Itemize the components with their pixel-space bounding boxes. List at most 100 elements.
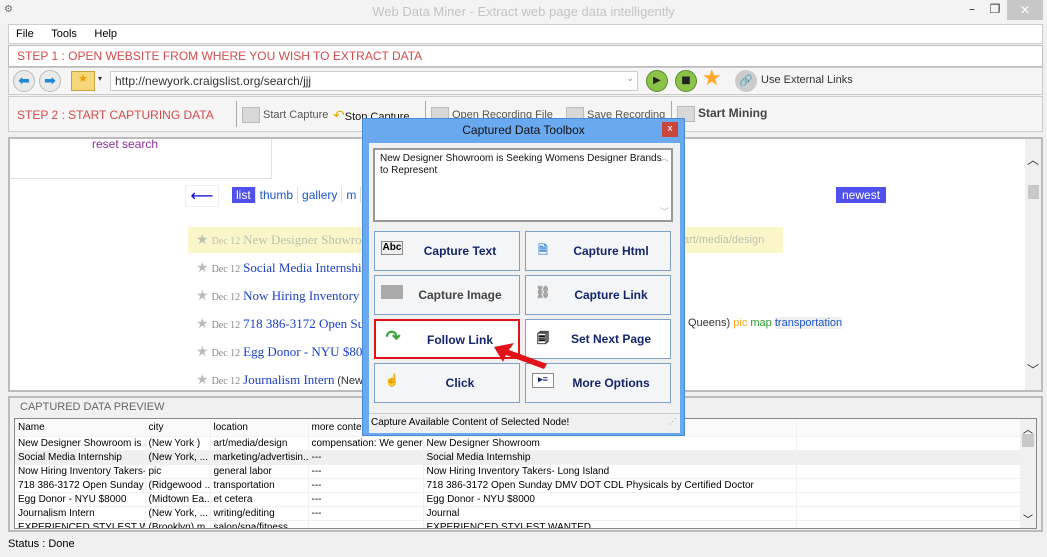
table-cell: Egg Donor - NYU $8000 bbox=[15, 492, 146, 507]
undo-arrow-icon: ↶ bbox=[333, 107, 345, 123]
listing-date: Dec 12 bbox=[211, 376, 241, 387]
chevron-down-icon[interactable]: ﹀ bbox=[1023, 511, 1033, 526]
table-cell: salon/spa/fitness bbox=[210, 520, 309, 528]
table-cell: --- bbox=[308, 464, 424, 479]
capture-text-label: Capture Text bbox=[423, 244, 497, 258]
listing-row[interactable]: ★ Dec 12 Social Media Internship bbox=[188, 255, 368, 281]
menu-file[interactable]: File bbox=[9, 25, 41, 40]
external-link-icon[interactable]: 🔗 bbox=[735, 70, 757, 92]
table-cell: New Designer Showroom is S... bbox=[15, 436, 146, 451]
reset-search-box: reset search bbox=[10, 137, 272, 179]
table-row[interactable]: 718 386-3172 Open Sunday ... (Ridgewood .… bbox=[15, 478, 1023, 493]
listing-row[interactable]: ★ Dec 12 Journalism Intern (New Y bbox=[188, 367, 373, 393]
back-button[interactable]: ⬅ bbox=[13, 70, 35, 92]
url-dropdown-icon[interactable]: ⌄ bbox=[626, 73, 634, 84]
capture-text-button[interactable]: Abc Capture Text bbox=[374, 231, 520, 271]
use-external-links-label[interactable]: Use External Links bbox=[761, 74, 853, 86]
star-icon[interactable]: ★ bbox=[188, 289, 209, 304]
table-cell bbox=[796, 436, 1023, 451]
bookmark-star-icon[interactable]: ★ bbox=[702, 66, 722, 91]
chevron-up-icon[interactable]: ︿ bbox=[660, 152, 669, 164]
star-icon[interactable]: ★ bbox=[188, 345, 209, 360]
capture-image-label: Capture Image bbox=[418, 288, 502, 302]
chevron-down-icon[interactable]: ﹀ bbox=[1027, 361, 1039, 378]
listing-title[interactable]: Egg Donor - NYU $800 bbox=[243, 344, 369, 359]
table-cell: 718 386-3172 Open Sunday DMV DOT CDL Phy… bbox=[423, 478, 797, 493]
view-tab-thumb[interactable]: thumb bbox=[256, 187, 299, 203]
listing-title[interactable]: Journalism Intern bbox=[243, 372, 334, 387]
view-tab-gallery[interactable]: gallery bbox=[298, 187, 343, 203]
table-row[interactable]: Journalism Intern (New York, ... writing/e… bbox=[15, 506, 1023, 521]
start-capture-button[interactable]: Start Capture bbox=[242, 107, 328, 123]
star-icon[interactable]: ★ bbox=[188, 233, 209, 248]
prev-page-button[interactable]: ⟵ bbox=[185, 185, 219, 207]
map-link[interactable]: map bbox=[750, 317, 771, 329]
reset-search-link[interactable]: reset search bbox=[92, 137, 158, 151]
scroll-thumb[interactable] bbox=[1028, 185, 1039, 199]
star-icon[interactable]: ★ bbox=[188, 373, 209, 388]
resize-grip-icon[interactable]: ⋰ bbox=[669, 417, 677, 426]
star-icon[interactable]: ★ bbox=[188, 261, 209, 276]
stop-button[interactable]: ■ bbox=[675, 70, 697, 92]
favorites-folder-icon[interactable]: ★ bbox=[71, 71, 95, 91]
captured-text-area[interactable]: New Designer Showroom is Seeking Womens … bbox=[373, 148, 673, 222]
browser-scrollbar[interactable]: ︿ ﹀ bbox=[1025, 139, 1041, 390]
table-cell: writing/editing bbox=[210, 506, 309, 521]
scroll-thumb[interactable] bbox=[1022, 434, 1034, 447]
chevron-up-icon[interactable]: ︿ bbox=[1027, 151, 1039, 168]
listing-row[interactable]: ★ Dec 12 718 386-3172 Open Su bbox=[188, 311, 364, 337]
view-tab-map[interactable]: m bbox=[342, 187, 362, 203]
listing-title[interactable]: New Designer Showroo bbox=[243, 232, 368, 247]
arrow-right-icon: ➡ bbox=[44, 73, 56, 89]
dialog-title: Captured Data Toolbox bbox=[462, 123, 585, 137]
url-input[interactable]: http://newyork.craigslist.org/search/jjj… bbox=[110, 71, 638, 91]
table-row[interactable]: Egg Donor - NYU $8000 (Midtown Ea... et ce… bbox=[15, 492, 1023, 507]
column-header-6[interactable] bbox=[796, 419, 1023, 437]
table-row[interactable]: Now Hiring Inventory Takers- ... pic gener… bbox=[15, 464, 1023, 479]
start-mining-button[interactable]: Start Mining bbox=[677, 106, 767, 122]
listing-title[interactable]: Social Media Internship bbox=[243, 260, 368, 275]
view-tab-list[interactable]: list bbox=[232, 187, 256, 203]
navigation-bar: ⬅ ➡ ★ ▾ http://newyork.craigslist.org/se… bbox=[8, 66, 1043, 95]
go-button[interactable]: ▶ bbox=[646, 70, 668, 92]
capture-image-button[interactable]: Capture Image bbox=[374, 275, 520, 315]
table-cell bbox=[308, 520, 424, 528]
maximize-button[interactable]: ❐ bbox=[986, 2, 1004, 22]
menu-help[interactable]: Help bbox=[87, 25, 124, 40]
column-header-name[interactable]: Name bbox=[15, 419, 146, 437]
listing-category[interactable]: transportation bbox=[774, 317, 843, 329]
listing-title[interactable]: Now Hiring Inventory T bbox=[243, 288, 370, 303]
favorites-dropdown-icon[interactable]: ▾ bbox=[98, 74, 102, 83]
minimize-button[interactable]: – bbox=[962, 2, 982, 22]
sort-newest-button[interactable]: newest bbox=[836, 187, 887, 203]
capture-link-button[interactable]: ⛓ Capture Link bbox=[525, 275, 671, 315]
table-cell bbox=[796, 492, 1023, 507]
table-cell: Journalism Intern bbox=[15, 506, 146, 521]
table-cell: 718 386-3172 Open Sunday ... bbox=[15, 478, 146, 493]
star-icon[interactable]: ★ bbox=[188, 317, 209, 332]
forward-button[interactable]: ➡ bbox=[39, 70, 61, 92]
step2-label: STEP 2 : START CAPTURING DATA bbox=[17, 108, 214, 122]
table-cell: pic bbox=[145, 464, 211, 479]
grid-scrollbar[interactable]: ︿ ﹀ bbox=[1020, 419, 1036, 528]
chevron-down-icon[interactable]: ﹀ bbox=[660, 206, 669, 218]
table-row[interactable]: Social Media Internship (New York, ... mar… bbox=[15, 450, 1023, 465]
column-header-city[interactable]: city bbox=[145, 419, 211, 437]
capture-html-button[interactable]: 🗎 Capture Html bbox=[525, 231, 671, 271]
dialog-close-button[interactable]: x bbox=[662, 122, 678, 137]
close-window-button[interactable]: ✕ bbox=[1007, 0, 1043, 20]
menu-tools[interactable]: Tools bbox=[44, 25, 84, 40]
start-capture-label: Start Capture bbox=[263, 108, 329, 121]
listing-category[interactable]: art/media/design bbox=[683, 234, 764, 246]
table-cell: --- bbox=[308, 450, 424, 465]
listing-title[interactable]: 718 386-3172 Open Su bbox=[243, 316, 364, 331]
toolbar-separator bbox=[236, 101, 237, 127]
table-row[interactable]: New Designer Showroom is S...(New York )… bbox=[15, 436, 1023, 451]
title-bar: ⚙ Web Data Miner - Extract web page data… bbox=[0, 0, 1047, 24]
listing-row[interactable]: ★ Dec 12 Now Hiring Inventory T bbox=[188, 283, 370, 309]
column-header-location[interactable]: location bbox=[210, 419, 309, 437]
capture-html-label: Capture Html bbox=[573, 244, 649, 258]
table-row[interactable]: EXPERIENCED STYLEST W... (Brooklyn) m... s… bbox=[15, 520, 1023, 528]
listing-row[interactable]: ★ Dec 12 Egg Donor - NYU $800 bbox=[188, 339, 369, 365]
table-cell: EXPERIENCED STYLEST W... bbox=[15, 520, 146, 528]
